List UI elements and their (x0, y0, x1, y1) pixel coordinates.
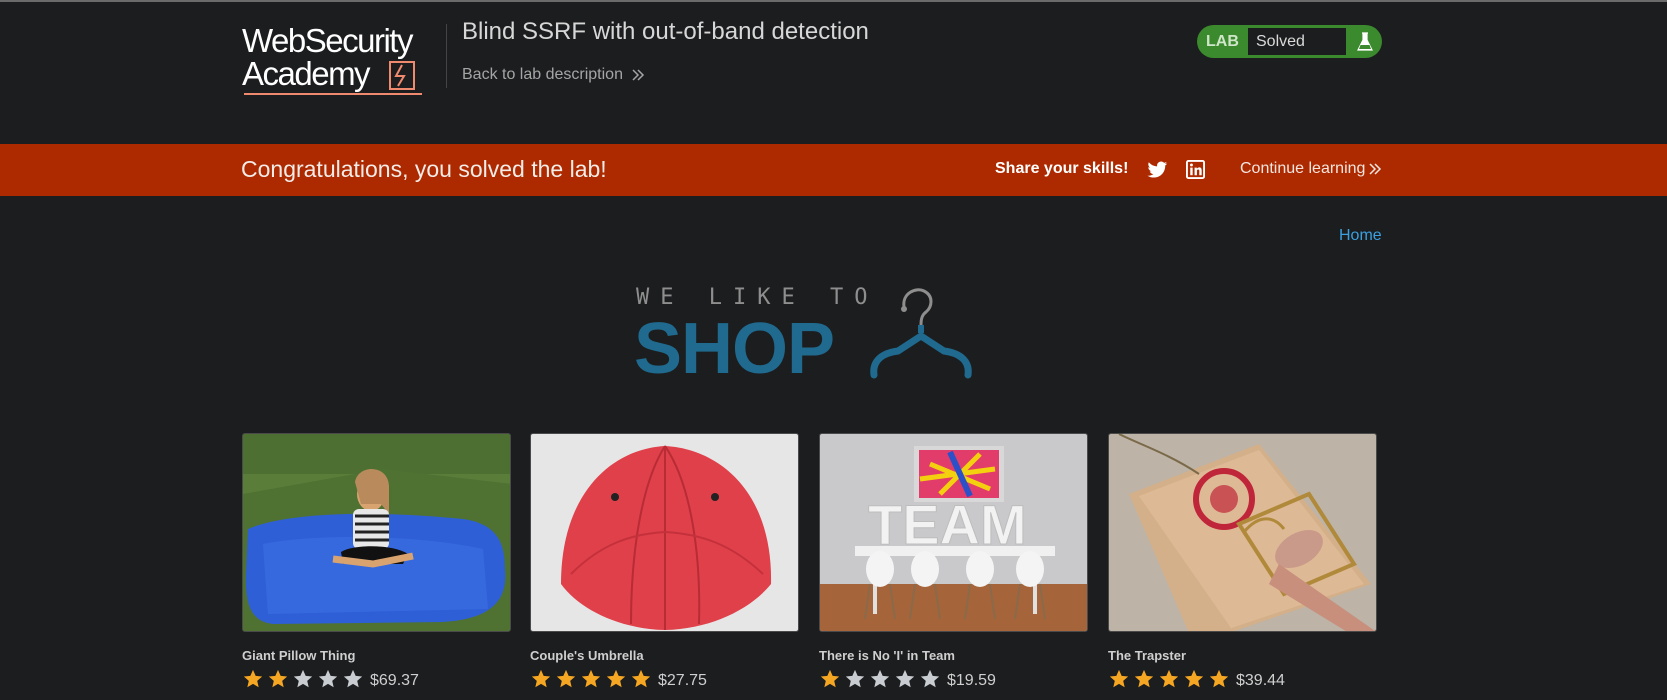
star-filled-icon (606, 669, 626, 688)
shop-logo-wordmark: SHOP (634, 309, 835, 389)
star-empty-icon (895, 669, 915, 688)
product-rating: $69.37 (242, 668, 419, 690)
star-empty-icon (870, 669, 890, 688)
congratulations-message: Congratulations, you solved the lab! (241, 156, 607, 182)
star-filled-icon (631, 669, 651, 688)
star-filled-icon (1109, 669, 1129, 688)
star-filled-icon (556, 669, 576, 688)
home-link[interactable]: Home (1339, 227, 1382, 245)
lab-status-text: Solved (1247, 27, 1347, 56)
star-filled-icon (820, 669, 840, 688)
star-filled-icon (1159, 669, 1179, 688)
product-rating: $19.59 (819, 668, 996, 690)
star-empty-icon (318, 669, 338, 688)
continue-learning-label: Continue learning (1240, 160, 1366, 177)
product-price: $39.44 (1236, 672, 1285, 689)
star-empty-icon (293, 669, 313, 688)
product-image[interactable] (242, 433, 511, 632)
shop-logo: WE LIKE TO SHOP (634, 283, 994, 389)
product-rating: $39.44 (1108, 668, 1285, 690)
web-security-academy-logo[interactable]: WebSecurity Academy (242, 24, 442, 96)
continue-learning-link[interactable]: Continue learning (1240, 160, 1382, 178)
product-image[interactable]: TEAM (819, 433, 1088, 632)
product-price: $27.75 (658, 672, 707, 689)
hanger-icon (870, 288, 972, 379)
star-empty-icon (343, 669, 363, 688)
header-divider (446, 24, 447, 88)
logo-lightning-icon (244, 61, 422, 95)
lab-status-widget: LAB Solved (1197, 25, 1382, 58)
product-name[interactable]: Giant Pillow Thing (242, 648, 355, 663)
share-skills-label: Share your skills! (995, 160, 1129, 177)
product-card[interactable]: The Trapster $39.44 (1108, 433, 1377, 689)
star-filled-icon (1134, 669, 1154, 688)
solved-banner: Congratulations, you solved the lab! Sha… (0, 144, 1667, 196)
product-rating: $27.75 (530, 668, 707, 690)
back-to-lab-description-link[interactable]: Back to lab description (462, 66, 645, 84)
star-filled-icon (1184, 669, 1204, 688)
product-name[interactable]: The Trapster (1108, 648, 1186, 663)
product-name[interactable]: There is No 'I' in Team (819, 648, 955, 663)
product-price: $69.37 (370, 672, 419, 689)
linkedin-icon[interactable] (1186, 160, 1205, 179)
double-chevron-right-icon (1369, 163, 1382, 175)
back-link-label: Back to lab description (462, 66, 623, 83)
product-card[interactable]: Couple's Umbrella $27.75 (530, 433, 799, 689)
star-filled-icon (1209, 669, 1229, 688)
star-filled-icon (243, 669, 263, 688)
product-image[interactable] (530, 433, 799, 632)
shop-logo-tagline: WE LIKE TO (636, 285, 879, 310)
double-chevron-right-icon (632, 69, 645, 81)
star-filled-icon (531, 669, 551, 688)
star-filled-icon (581, 669, 601, 688)
flask-icon (1347, 25, 1382, 58)
star-filled-icon (268, 669, 288, 688)
product-card[interactable]: Giant Pillow Thing $69.37 (242, 433, 511, 689)
lab-header: WebSecurity Academy Blind SSRF with out-… (0, 2, 1667, 144)
star-empty-icon (920, 669, 940, 688)
product-name[interactable]: Couple's Umbrella (530, 648, 644, 663)
lab-badge: LAB (1206, 32, 1239, 50)
product-card[interactable]: TEAM There is No 'I' in Team $19.59 (819, 433, 1088, 689)
twitter-icon[interactable] (1147, 160, 1168, 180)
product-price: $19.59 (947, 672, 996, 689)
star-empty-icon (845, 669, 865, 688)
lab-title: Blind SSRF with out-of-band detection (462, 18, 869, 45)
product-image[interactable] (1108, 433, 1377, 632)
